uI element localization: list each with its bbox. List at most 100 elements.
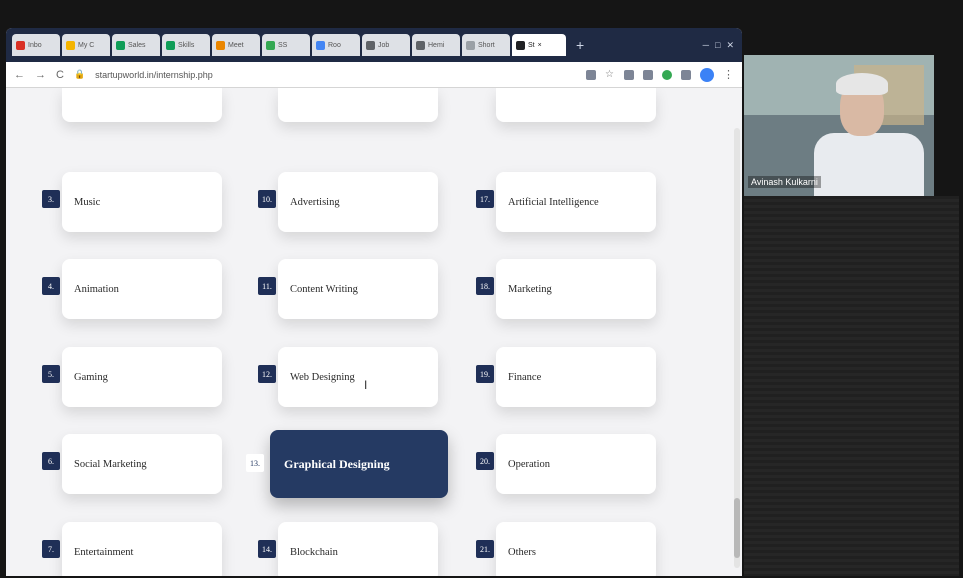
favicon-icon bbox=[16, 40, 25, 50]
category-card-partial[interactable] bbox=[62, 88, 222, 122]
text-cursor-icon: I bbox=[364, 378, 368, 392]
category-card[interactable]: 12. Web Designing bbox=[258, 347, 438, 407]
window-controls: ─ □ ✕ bbox=[703, 40, 734, 51]
new-tab-button[interactable]: + bbox=[576, 37, 584, 53]
browser-tab[interactable]: Job bbox=[362, 34, 410, 56]
category-label: Blockchain bbox=[290, 546, 338, 558]
minimize-icon[interactable]: ─ bbox=[703, 40, 709, 51]
tab-label: Hemi bbox=[428, 41, 445, 49]
close-window-icon[interactable]: ✕ bbox=[726, 40, 734, 51]
category-label: Others bbox=[508, 546, 536, 558]
tab-label: St bbox=[528, 41, 535, 49]
browser-tab[interactable]: Meet bbox=[212, 34, 260, 56]
category-number-badge: 11. bbox=[258, 277, 276, 295]
category-card[interactable]: 11. Content Writing bbox=[258, 259, 438, 319]
extension-icon[interactable] bbox=[624, 69, 634, 80]
category-label: Music bbox=[74, 196, 101, 208]
favicon-icon bbox=[166, 40, 175, 50]
browser-tab[interactable]: Skills bbox=[162, 34, 210, 56]
puzzle-icon[interactable] bbox=[681, 69, 691, 80]
category-label: Finance bbox=[508, 371, 542, 383]
tab-label: Meet bbox=[228, 41, 244, 49]
category-card[interactable]: 17. Artificial Intelligence bbox=[476, 172, 656, 232]
category-number-badge: 6. bbox=[42, 452, 60, 470]
category-label: Operation bbox=[508, 458, 550, 470]
tab-bar: Inbo My C Sales Skills Meet SS Roo Job Hemi Short… bbox=[6, 28, 742, 62]
browser-tab[interactable]: Sales bbox=[112, 34, 160, 56]
category-number-badge: 12. bbox=[258, 365, 276, 383]
favicon-icon bbox=[116, 40, 125, 50]
extension-icon[interactable] bbox=[643, 69, 653, 80]
favicon-icon bbox=[316, 40, 325, 50]
browser-tab[interactable]: My C bbox=[62, 34, 110, 56]
category-card[interactable]: 20. Operation bbox=[476, 434, 656, 494]
reload-icon[interactable]: C bbox=[56, 69, 64, 81]
category-card[interactable]: 18. Marketing bbox=[476, 259, 656, 319]
category-card[interactable]: 7. Entertainment bbox=[42, 522, 222, 576]
maximize-icon[interactable]: □ bbox=[715, 40, 720, 51]
browser-tab[interactable]: Inbo bbox=[12, 34, 60, 56]
category-card[interactable]: 14. Blockchain bbox=[258, 522, 438, 576]
category-number-badge: 5. bbox=[42, 365, 60, 383]
address-bar: ← → C 🔒 startupworld.in/internship.php ☆… bbox=[6, 62, 742, 88]
category-label: Entertainment bbox=[74, 546, 134, 558]
favicon-icon bbox=[266, 40, 275, 50]
category-card[interactable]: 3. Music bbox=[42, 172, 222, 232]
screenshot-frame: Inbo My C Sales Skills Meet SS Roo Job Hemi Short… bbox=[0, 0, 963, 578]
favicon-icon bbox=[66, 40, 75, 50]
tab-label: Skills bbox=[178, 41, 195, 49]
browser-tab[interactable]: St × bbox=[512, 34, 566, 56]
scrollbar-thumb[interactable] bbox=[734, 498, 740, 558]
tab-label: Short bbox=[478, 41, 495, 49]
tab-label: Job bbox=[378, 41, 390, 49]
category-card[interactable]: 19. Finance bbox=[476, 347, 656, 407]
category-card[interactable]: 10. Advertising bbox=[258, 172, 438, 232]
category-label: Content Writing bbox=[290, 283, 358, 295]
category-card[interactable]: 6. Social Marketing bbox=[42, 434, 222, 494]
category-number-badge: 21. bbox=[476, 540, 494, 558]
favicon-icon bbox=[466, 40, 475, 50]
category-number-badge: 7. bbox=[42, 540, 60, 558]
category-number-badge: 14. bbox=[258, 540, 276, 558]
category-card[interactable]: 4. Animation bbox=[42, 259, 222, 319]
tab-label: SS bbox=[278, 41, 288, 49]
category-card[interactable]: 5. Gaming bbox=[42, 347, 222, 407]
category-label: Marketing bbox=[508, 283, 552, 295]
browser-tab[interactable]: Short bbox=[462, 34, 510, 56]
menu-kebab-icon[interactable]: ⋮ bbox=[723, 68, 734, 81]
star-icon[interactable]: ☆ bbox=[605, 69, 615, 80]
category-number-badge: 3. bbox=[42, 190, 60, 208]
share-icon[interactable] bbox=[586, 69, 596, 80]
tab-label: Inbo bbox=[28, 41, 42, 49]
close-tab-icon[interactable]: × bbox=[538, 42, 542, 49]
browser-tab[interactable]: SS bbox=[262, 34, 310, 56]
video-tile: Avinash Kulkarni bbox=[744, 55, 934, 196]
category-card[interactable]: 13. Graphical Designing bbox=[246, 430, 448, 498]
person-hair bbox=[836, 73, 888, 95]
category-number-badge: 19. bbox=[476, 365, 494, 383]
browser-tab[interactable]: Roo bbox=[312, 34, 360, 56]
category-number-badge: 13. bbox=[246, 454, 264, 472]
back-arrow-icon[interactable]: ← bbox=[14, 69, 25, 81]
speaker-name: Avinash Kulkarni bbox=[748, 176, 821, 188]
category-label: Web Designing bbox=[290, 371, 355, 383]
forward-arrow-icon[interactable]: → bbox=[35, 69, 46, 81]
internship-categories-page: 3. Music 10. Advertising 17. Artificial Intel… bbox=[6, 88, 742, 576]
extension-icon[interactable] bbox=[662, 69, 672, 80]
url-field[interactable]: startupworld.in/internship.php bbox=[95, 70, 576, 80]
category-card-partial[interactable] bbox=[278, 88, 438, 122]
person-body bbox=[814, 133, 924, 196]
category-card-partial[interactable] bbox=[496, 88, 656, 122]
lock-icon: 🔒 bbox=[73, 69, 86, 79]
category-label: Social Marketing bbox=[74, 458, 147, 470]
profile-avatar[interactable] bbox=[700, 67, 714, 82]
category-card[interactable]: 21. Others bbox=[476, 522, 656, 576]
browser-tab[interactable]: Hemi bbox=[412, 34, 460, 56]
extension-icons: ☆ ⋮ bbox=[586, 67, 734, 82]
category-label: Animation bbox=[74, 283, 119, 295]
category-label: Advertising bbox=[290, 196, 340, 208]
video-empty-area bbox=[744, 196, 959, 576]
category-label: Graphical Designing bbox=[284, 456, 390, 471]
category-number-badge: 4. bbox=[42, 277, 60, 295]
category-number-badge: 10. bbox=[258, 190, 276, 208]
